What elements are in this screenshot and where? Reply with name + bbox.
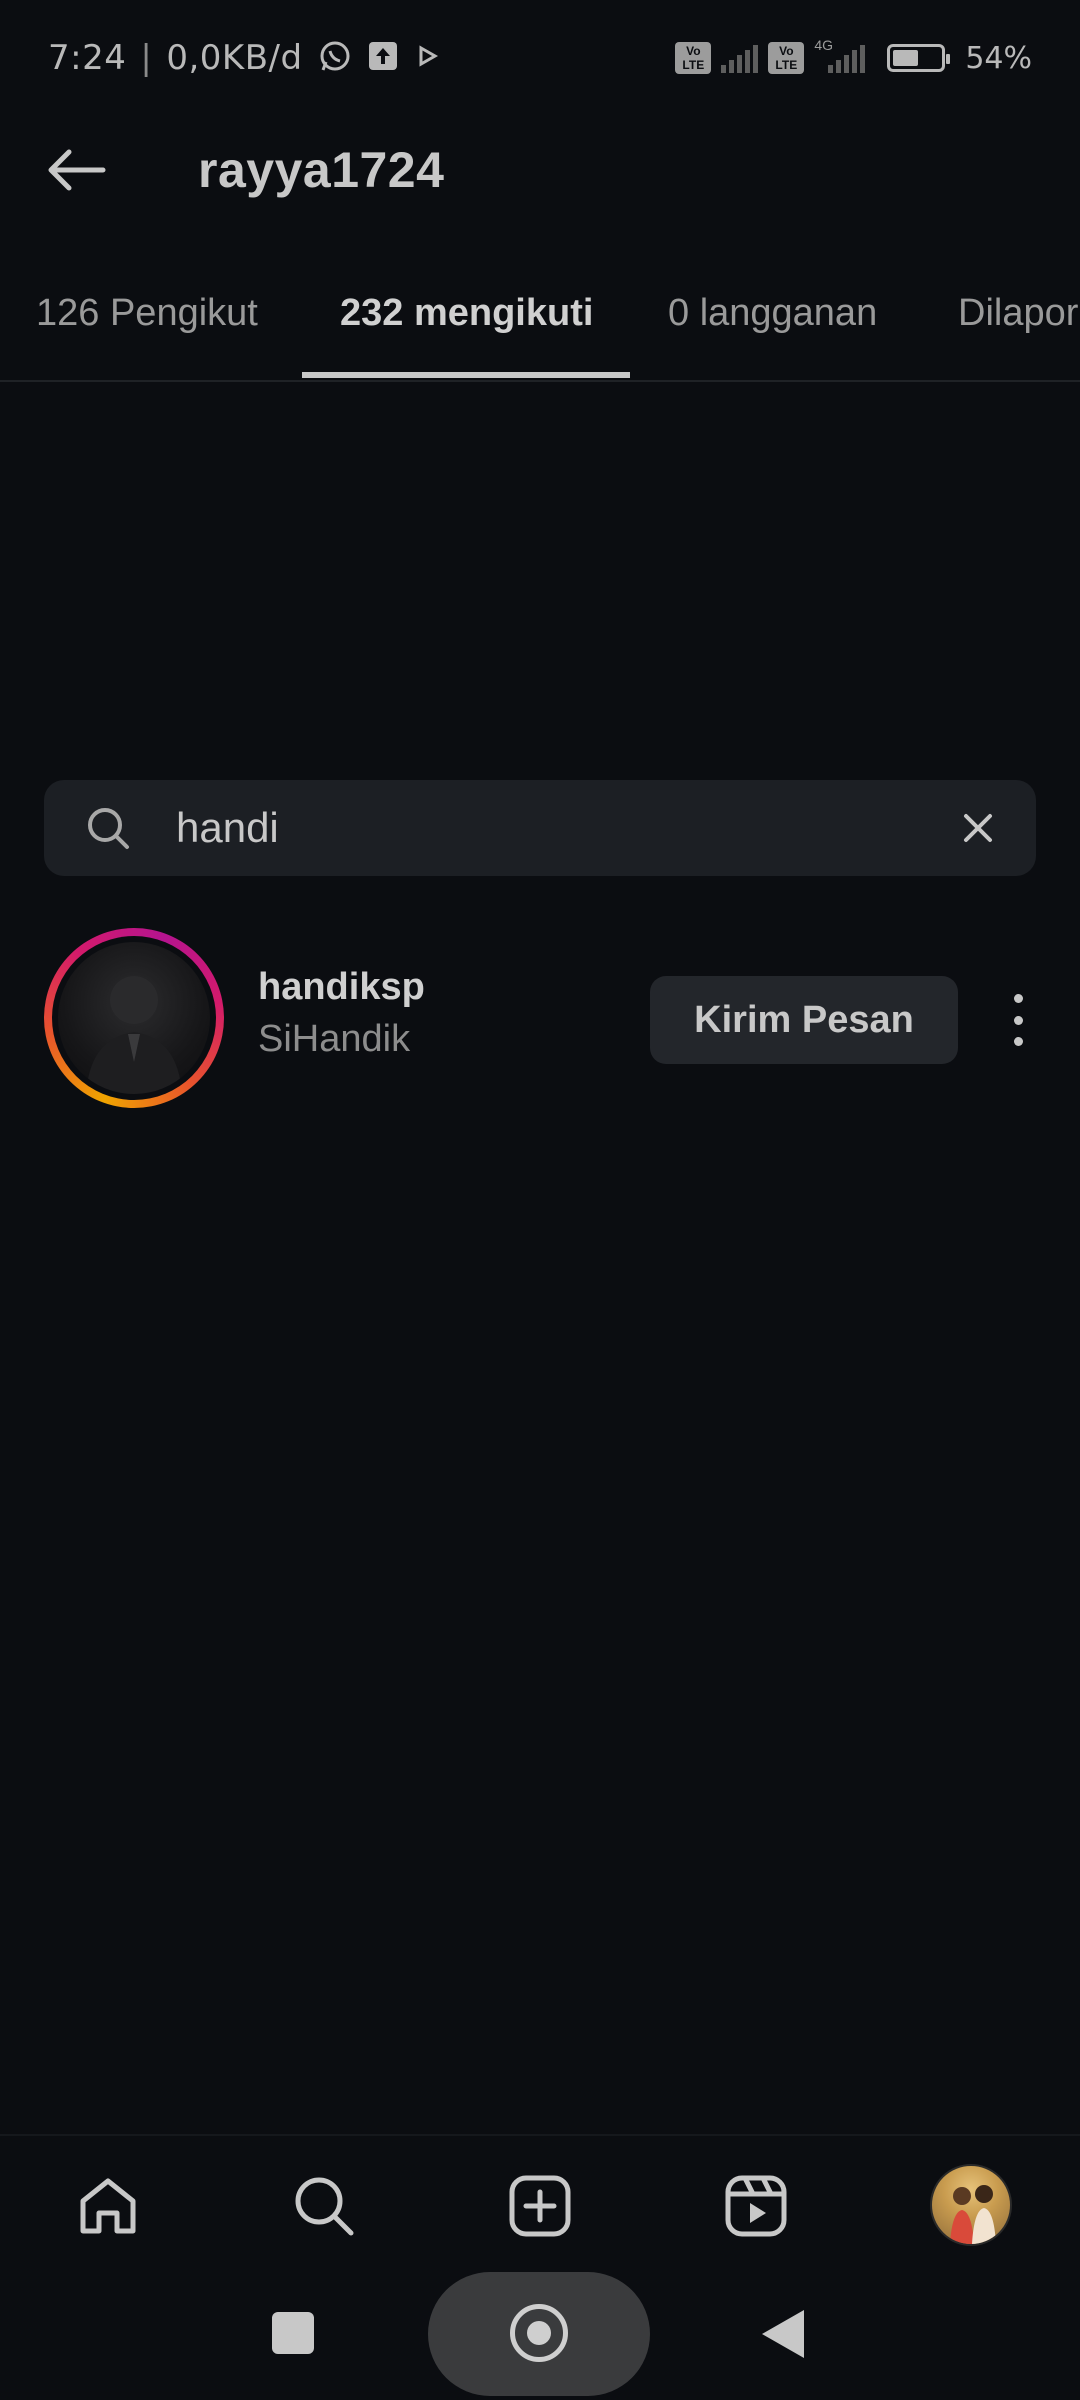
back-button[interactable] [40, 135, 110, 205]
bottom-nav [0, 2134, 1080, 2274]
tab-bar: 126 Pengikut 232 mengikuti 0 langganan D… [0, 270, 1080, 382]
volte-icon: Vo LTE [675, 42, 712, 74]
arrow-left-icon [48, 149, 106, 191]
active-tab-indicator [302, 372, 630, 378]
network-speed: 0,0KB/d [166, 38, 303, 78]
upload-icon [367, 40, 399, 77]
avatar-border [52, 936, 216, 1100]
list-item[interactable]: handiksp SiHandik Kirim Pesan [0, 920, 1080, 1120]
profile-avatar-image [950, 2185, 996, 2244]
more-vertical-icon[interactable] [1002, 994, 1034, 1046]
play-icon [413, 42, 441, 75]
avatar[interactable] [58, 942, 210, 1094]
back-button[interactable] [762, 2310, 804, 2358]
status-bar-right: Vo LTE Vo LTE 4G 54% [675, 30, 1032, 86]
system-nav-bar [0, 2272, 1080, 2400]
search-bar[interactable]: handi [44, 780, 1036, 876]
home-button[interactable] [428, 2272, 650, 2396]
status-bar-left: 7:24 | 0,0KB/d [48, 30, 441, 86]
profile-avatar[interactable] [930, 2164, 1012, 2246]
status-time: 7:24 [48, 38, 127, 78]
story-ring[interactable] [44, 928, 224, 1108]
volte-icon: Vo LTE [768, 42, 805, 74]
tab-flagged[interactable]: Dilapor [958, 270, 1078, 370]
status-separator: | [140, 38, 153, 78]
create-post-icon[interactable] [500, 2166, 580, 2246]
tab-following[interactable]: 232 mengikuti [340, 270, 593, 370]
home-dot [527, 2321, 551, 2345]
status-bar: 7:24 | 0,0KB/d Vo LTE Vo LTE 4G 54% [0, 0, 1080, 110]
send-message-button[interactable]: Kirim Pesan [650, 976, 958, 1064]
signal-icon [721, 43, 759, 73]
4g-signal-icon: 4G [814, 37, 866, 73]
close-icon[interactable] [958, 808, 998, 848]
search-icon[interactable] [284, 2166, 364, 2246]
search-input[interactable]: handi [176, 780, 279, 876]
signal-bars [828, 43, 866, 73]
recent-apps-button[interactable] [272, 2312, 314, 2354]
network-type: 4G [814, 37, 833, 53]
home-circle-icon [510, 2304, 568, 2362]
tab-followers[interactable]: 126 Pengikut [36, 270, 258, 370]
whatsapp-icon [317, 38, 353, 79]
tab-subscriptions[interactable]: 0 langganan [668, 270, 877, 370]
battery-level [893, 50, 919, 66]
username[interactable]: handiksp [258, 966, 425, 1009]
battery-icon [887, 44, 951, 72]
reels-icon[interactable] [716, 2166, 796, 2246]
page-title: rayya1724 [198, 142, 445, 198]
battery-percent: 54% [965, 40, 1032, 76]
home-icon[interactable] [68, 2166, 148, 2246]
avatar-silhouette [86, 976, 182, 1094]
full-name: SiHandik [258, 1018, 411, 1060]
search-icon [88, 808, 129, 849]
